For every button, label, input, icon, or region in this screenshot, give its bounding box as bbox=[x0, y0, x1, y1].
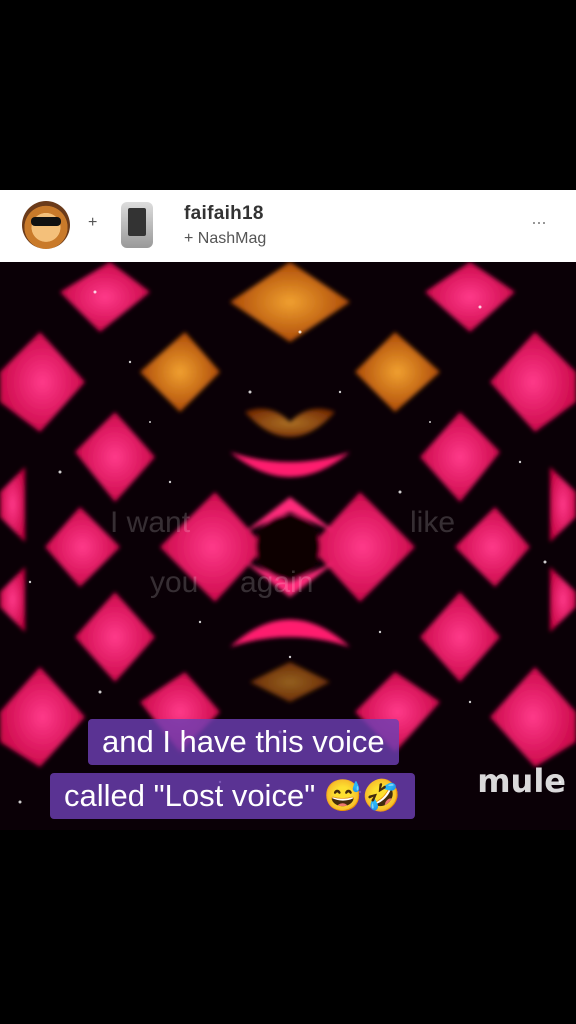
post-header: + faifaih18 + NashMag ··· bbox=[0, 190, 576, 262]
secondary-username[interactable]: + NashMag bbox=[184, 230, 266, 248]
caption-line-1: and I have this voice bbox=[88, 719, 399, 765]
user-avatar-primary[interactable] bbox=[22, 201, 70, 249]
primary-username[interactable]: faifaih18 bbox=[184, 203, 264, 225]
bg-lyric: I want bbox=[110, 506, 191, 539]
user-avatar-secondary[interactable] bbox=[121, 202, 153, 248]
smule-logo: mule bbox=[477, 762, 566, 800]
caption-line-2: called "Lost voice" 😅🤣 bbox=[50, 773, 416, 819]
bg-lyric: again bbox=[240, 566, 313, 599]
bg-lyric: you bbox=[150, 566, 198, 599]
sunglasses-icon bbox=[31, 217, 61, 226]
plus-icon: + bbox=[88, 214, 98, 231]
bg-lyric: like bbox=[410, 506, 455, 539]
more-options-icon[interactable]: ··· bbox=[531, 212, 547, 233]
phone-icon bbox=[128, 208, 146, 236]
